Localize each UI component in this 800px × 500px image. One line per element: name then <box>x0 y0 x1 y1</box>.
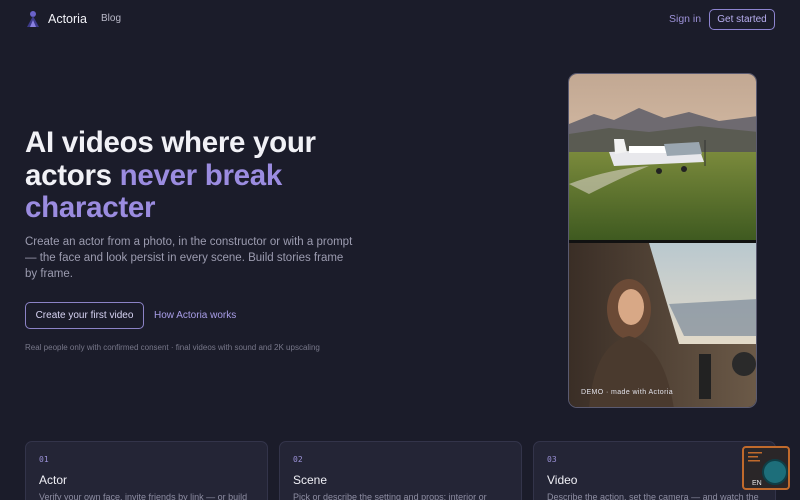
hero-headline: AI videos where your actors never break … <box>25 126 365 225</box>
translate-icon <box>762 459 788 485</box>
step-number: 01 <box>39 455 49 464</box>
demo-video-frames <box>569 74 756 407</box>
create-first-video-button[interactable]: Create your first video <box>25 302 144 329</box>
step-number: 03 <box>547 455 557 464</box>
step-number: 02 <box>293 455 303 464</box>
hero-subtitle: Create an actor from a photo, in the con… <box>25 236 353 280</box>
step-description: Pick or describe the setting and props: … <box>293 492 487 500</box>
step-description: Verify your own face, invite friends by … <box>39 492 248 500</box>
step-card-scene[interactable]: 02 Scene Pick or describe the setting an… <box>279 441 522 500</box>
step-title: Video <box>547 473 578 487</box>
step-title: Scene <box>293 473 328 487</box>
step-card-actor[interactable]: 01 Actor Verify your own face, invite fr… <box>25 441 268 500</box>
demo-label: DEMO · made with Actoria <box>581 389 674 396</box>
sign-in-link[interactable]: Sign in <box>669 13 701 25</box>
step-card-video[interactable]: 03 Video Describe the action, set the ca… <box>533 441 776 500</box>
get-started-button[interactable]: Get started <box>709 9 775 30</box>
brand-name[interactable]: Actoria <box>48 12 87 26</box>
cockpit-frame <box>569 243 756 407</box>
step-title: Actor <box>39 473 68 487</box>
airplane-frame <box>569 74 756 240</box>
top-nav: Actoria Blog Sign in Get started <box>0 0 800 40</box>
demo-video-card[interactable]: DEMO · made with Actoria <box>568 73 757 408</box>
actoria-logo-icon[interactable] <box>25 10 41 28</box>
nav-blog-link[interactable]: Blog <box>101 13 121 24</box>
consent-note: Real people only with confirmed consent … <box>25 343 320 352</box>
language-label: EN <box>752 480 762 487</box>
how-it-works-link[interactable]: How Actoria works <box>154 310 236 321</box>
step-description: Describe the action, set the camera — an… <box>547 492 759 500</box>
language-widget[interactable]: EN <box>742 446 790 490</box>
menu-lines-icon <box>748 452 762 462</box>
